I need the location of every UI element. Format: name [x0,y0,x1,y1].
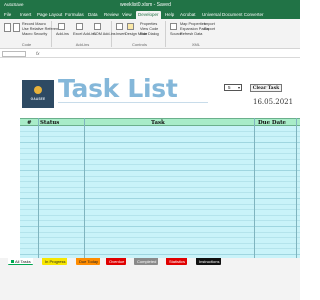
chevron-down-icon: ▾ [237,85,240,90]
macro-security-button[interactable]: Macro Security [22,32,47,36]
autosave-label[interactable]: AutoSave [4,2,24,7]
logo-emblem-icon [34,86,42,94]
sheet-tab-overdue[interactable]: Overdue [106,258,127,265]
task-table-body[interactable] [20,126,300,258]
current-date: 16.05.2021 [253,98,294,106]
sheet-tab-in-progress[interactable]: In Progress [42,258,68,265]
refresh-data-button[interactable]: Refresh Data [180,32,202,36]
tab-help[interactable]: Help [163,11,176,19]
tab-view[interactable]: View [120,11,134,19]
sheet-tab-statistics[interactable]: Statistics [166,258,188,265]
sheet-tab-all-tasks[interactable]: All Tasks [8,258,33,265]
xml-source-icon[interactable] [170,23,177,30]
tab-page-layout[interactable]: Page Layout [35,11,64,19]
view-code-button[interactable]: View Code [140,27,158,31]
map-properties-button[interactable]: Map Properties [180,22,206,26]
tab-review[interactable]: Review [102,11,121,19]
logo-text: GAASEE [30,97,46,101]
column-divider [38,118,39,258]
code-group-label: Code [21,42,32,47]
record-macro-button[interactable]: Record Macro [22,22,46,26]
addins-icon[interactable] [58,23,65,30]
dropdown-value: 5 [228,85,231,90]
tab-universal-document-converter[interactable]: Universal Document Converter [200,11,266,19]
xml-group-label: XML [191,42,201,47]
tab-insert[interactable]: Insert [18,11,33,19]
title-underline [58,102,208,103]
com-addins-icon[interactable] [94,23,101,30]
column-divider [296,118,297,258]
column-divider [254,118,255,258]
window-titlebar: AutoSave weeklist0.xlsm - Saved [0,0,300,10]
column-divider [84,118,85,258]
fx-icon[interactable]: fx [36,51,40,56]
visual-basic-icon[interactable] [4,23,11,32]
com-addins-button[interactable]: COM Add-ins [93,32,116,36]
tab-developer[interactable]: Developer [136,11,161,19]
name-box[interactable] [2,51,26,57]
tab-acrobat[interactable]: Acrobat [178,11,198,19]
tab-data[interactable]: Data [86,11,100,19]
tab-color-icon [11,260,14,264]
addins-group-label: Add-ins [75,42,90,47]
design-mode-icon[interactable] [127,23,134,30]
controls-group-label: Controls [132,42,147,47]
tab-file[interactable]: File [2,11,13,19]
page-select-dropdown[interactable]: 5 ▾ [224,84,242,91]
ribbon-group-xml: Source Map Properties Expansion Packs Re… [168,21,224,47]
excel-addins-icon[interactable] [76,23,83,30]
xml-export-button[interactable]: Export [204,27,215,31]
window-title: weeklist0.xlsm - Saved [120,2,171,8]
ribbon-group-controls: Insert Design Mode Properties View Code … [114,21,166,47]
macros-icon[interactable] [13,23,20,32]
insert-control-icon[interactable] [116,23,123,30]
page-title: Task List [58,74,178,103]
sheet-tab-bar: All Tasks In Progress Due Today Overdue … [0,258,300,300]
ribbon-tabs: File Insert Page Layout Formulas Data Re… [0,10,300,19]
ribbon-group-code: Record Macro Use Relative References Mac… [2,21,64,47]
run-dialog-button[interactable]: Run Dialog [140,32,159,36]
worksheet[interactable]: GAASEE Task List 5 ▾ Clear Task 16.05.20… [0,58,300,258]
company-logo: GAASEE [22,80,54,108]
table-header: # Status Task Due Date [20,118,300,126]
sheet-tab-instructions[interactable]: Instructions [196,258,222,265]
xml-import-button[interactable]: Import [204,22,215,26]
properties-button[interactable]: Properties [140,22,157,26]
addins-button[interactable]: Add-ins [56,32,69,36]
ribbon-group-addins: Add-ins Excel Add-ins COM Add-ins Add-in… [54,21,116,47]
tab-formulas[interactable]: Formulas [63,11,86,19]
ribbon-panel: Record Macro Use Relative References Mac… [0,19,300,49]
sheet-tab-completed[interactable]: Completed [134,258,159,265]
formula-bar: fx [0,50,300,58]
sheet-tab-due-today[interactable]: Due Today [76,258,101,265]
clear-task-button[interactable]: Clear Task [250,84,282,92]
